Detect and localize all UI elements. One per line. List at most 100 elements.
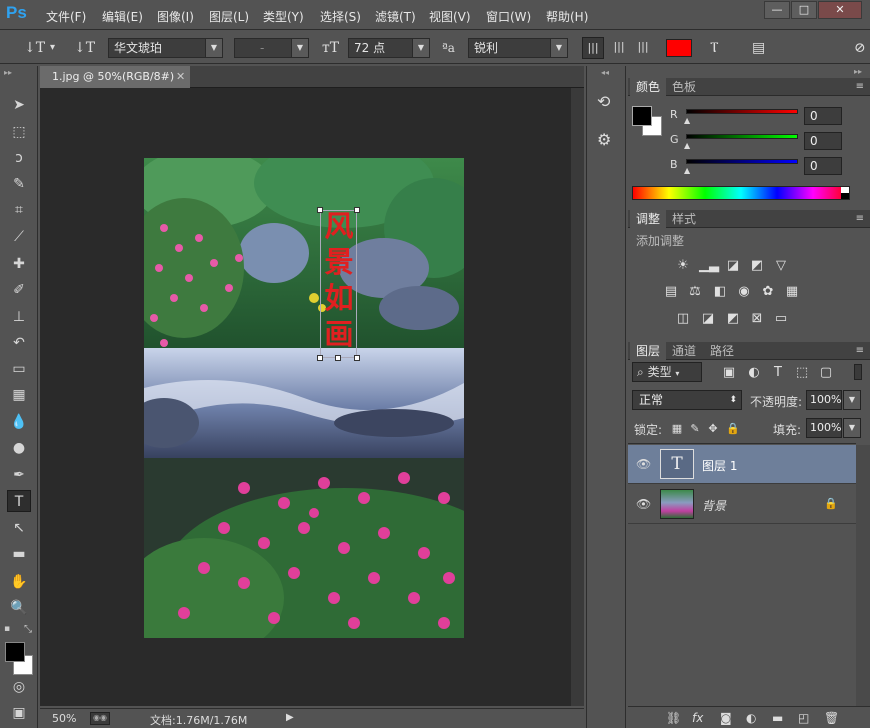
pen-tool-icon[interactable]: ✒ [7, 464, 31, 486]
panel-menu-icon[interactable]: ≡ [856, 210, 864, 228]
collapse-icon[interactable]: ▸▸ [4, 68, 12, 77]
gradient-map-icon[interactable]: ▭ [772, 311, 790, 327]
minimize-button[interactable]: — [764, 1, 790, 19]
filter-toggle[interactable] [854, 364, 862, 380]
properties-panel-icon[interactable]: ⚙ [597, 130, 611, 149]
font-family-select[interactable]: 华文琥珀 ▼ [108, 38, 223, 58]
menu-layer[interactable]: 图层(L) [209, 8, 249, 25]
menu-file[interactable]: 文件(F) [46, 8, 86, 25]
slider-thumb[interactable]: ▲ [684, 141, 690, 150]
hue-saturation-icon[interactable]: ▤ [662, 284, 680, 300]
brush-tool-icon[interactable]: ✐ [7, 279, 31, 301]
font-style-select[interactable]: - ▼ [234, 38, 309, 58]
foreground-color-swatch[interactable] [5, 642, 25, 662]
menu-filter[interactable]: 滤镜(T) [375, 8, 416, 25]
opacity-value[interactable]: 100% [806, 390, 842, 410]
vibrance-icon[interactable]: ▽ [772, 258, 790, 274]
folder-icon[interactable]: ▬ [772, 711, 783, 725]
transform-handle[interactable] [317, 355, 323, 361]
invert-icon[interactable]: ◫ [674, 311, 692, 327]
menu-window[interactable]: 窗口(W) [486, 8, 531, 25]
chevron-down-icon[interactable]: ▾ [50, 42, 55, 53]
maximize-button[interactable]: □ [791, 1, 817, 19]
shape-tool-icon[interactable]: ▬ [7, 543, 31, 565]
canvas-image[interactable]: 风 景 如 画 [144, 158, 464, 638]
filter-shape-icon[interactable]: ⬚ [793, 365, 811, 381]
zoom-tool-icon[interactable]: 🔍 [7, 597, 31, 619]
canvas-text-layer[interactable]: 风 景 如 画 [322, 208, 356, 352]
panel-menu-icon[interactable]: ≡ [856, 78, 864, 96]
transform-handle[interactable] [354, 355, 360, 361]
text-color-swatch[interactable] [666, 39, 692, 57]
visibility-eye-icon[interactable]: 👁 [636, 457, 651, 471]
type-tool-icon[interactable]: T [7, 490, 31, 512]
tab-swatches[interactable]: 色板 [666, 78, 702, 96]
tab-adjustments[interactable]: 调整 [630, 210, 667, 228]
levels-icon[interactable]: ▁▃ [699, 258, 719, 274]
vertical-scrollbar[interactable] [571, 88, 584, 706]
zoom-level[interactable]: 50% [52, 712, 76, 725]
quick-selection-tool-icon[interactable]: ✎ [7, 173, 31, 195]
tab-color[interactable]: 颜色 [630, 78, 667, 96]
history-brush-tool-icon[interactable]: ↶ [7, 332, 31, 354]
color-lookup-icon[interactable]: ▦ [783, 284, 801, 300]
green-slider[interactable] [686, 134, 798, 139]
swap-colors-icon[interactable]: ⤡ [24, 624, 32, 635]
collapse-icon[interactable]: ▸▸ [854, 67, 862, 76]
stamp-tool-icon[interactable]: ⊥ [7, 306, 31, 328]
menu-help[interactable]: 帮助(H) [546, 8, 588, 25]
move-tool-icon[interactable]: ➤ [7, 94, 31, 116]
filter-adjust-icon[interactable]: ◐ [745, 365, 763, 381]
blue-value[interactable]: 0 [804, 157, 842, 175]
lock-pixels-icon[interactable]: ✎ [686, 421, 704, 437]
text-tool-preset-icon[interactable]: ↓T [24, 40, 45, 56]
transform-handle[interactable] [335, 355, 341, 361]
character-panel-icon[interactable]: ▤ [752, 40, 765, 56]
exposure-icon[interactable]: ◩ [748, 258, 766, 274]
dodge-tool-icon[interactable]: ● [7, 437, 31, 459]
fill-value[interactable]: 100% [806, 418, 842, 438]
chevron-down-icon[interactable]: ▼ [843, 418, 861, 438]
align-center-icon[interactable]: ||| [608, 37, 630, 59]
red-value[interactable]: 0 [804, 107, 842, 125]
color-balance-icon[interactable]: ⚖ [686, 284, 704, 300]
tab-paths[interactable]: 路径 [704, 342, 740, 360]
chevron-down-icon[interactable]: ▼ [843, 390, 861, 410]
channel-mixer-icon[interactable]: ✿ [759, 284, 777, 300]
visibility-eye-icon[interactable]: 👁 [636, 497, 651, 511]
marquee-tool-icon[interactable]: ⬚ [7, 121, 31, 143]
link-icon[interactable]: ⛓ [666, 711, 681, 725]
tab-layers[interactable]: 图层 [630, 342, 667, 360]
blend-mode-select[interactable]: 正常 ⬍ [632, 390, 742, 410]
close-button[interactable]: ✕ [818, 1, 862, 19]
curves-icon[interactable]: ◪ [724, 258, 742, 274]
layer-filter-select[interactable]: ⌕ 类型 ▾ [632, 362, 702, 382]
align-top-icon[interactable]: ||| [582, 37, 604, 59]
panel-menu-icon[interactable]: ≡ [856, 342, 864, 360]
text-orientation-icon[interactable]: ↓T [74, 40, 95, 56]
status-menu-arrow[interactable]: ▶ [286, 712, 294, 723]
blue-slider[interactable] [686, 159, 798, 164]
fx-icon[interactable]: fx [692, 711, 703, 725]
lock-position-icon[interactable]: ✥ [704, 421, 722, 437]
black-white-icon[interactable]: ◧ [711, 284, 729, 300]
layer-row-text[interactable]: 👁 T 图层 1 [628, 445, 856, 484]
document-tab[interactable]: 1.jpg @ 50%(RGB/8#) [40, 66, 190, 88]
eraser-tool-icon[interactable]: ▭ [7, 358, 31, 380]
align-bottom-icon[interactable]: ||| [632, 37, 654, 59]
screen-mode-icon[interactable]: ▣ [7, 702, 31, 724]
tab-styles[interactable]: 样式 [666, 210, 702, 228]
red-slider[interactable] [686, 109, 798, 114]
gradient-tool-icon[interactable]: ▦ [7, 384, 31, 406]
menu-edit[interactable]: 编辑(E) [102, 8, 143, 25]
tab-channels[interactable]: 通道 [666, 342, 702, 360]
selective-color-icon[interactable]: ⊠ [748, 311, 766, 327]
black-white-picker[interactable] [841, 187, 849, 199]
history-panel-icon[interactable]: ⟲ [597, 92, 610, 111]
filter-smart-icon[interactable]: ▢ [817, 365, 835, 381]
photo-filter-icon[interactable]: ◉ [735, 284, 753, 300]
blur-tool-icon[interactable]: 💧 [7, 411, 31, 433]
menu-image[interactable]: 图像(I) [157, 8, 194, 25]
font-size-select[interactable]: 72 点 ▼ [348, 38, 430, 58]
quick-mask-icon[interactable]: ◎ [7, 676, 31, 698]
